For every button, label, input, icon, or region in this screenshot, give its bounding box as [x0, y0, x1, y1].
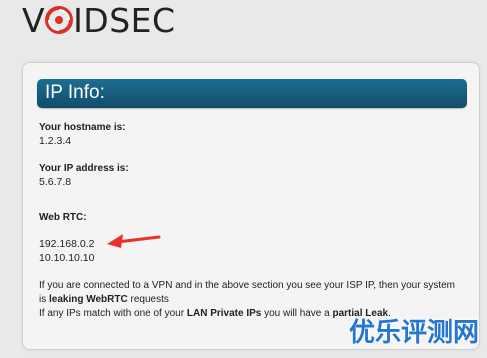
webrtc-ip-2: 10.10.10.10 — [39, 252, 95, 264]
lan-private-ips-text: LAN Private IPs — [186, 308, 262, 319]
ip-info-panel: IP Info: Your hostname is: 1.2.3.4 Your … — [22, 62, 480, 350]
ip-info-header: IP Info: — [37, 79, 467, 108]
logo-letter-v: V — [22, 0, 46, 40]
note-line-2: is leaking WebRTC requests — [39, 293, 469, 307]
red-arrow-annotation-icon — [107, 234, 161, 248]
voidsec-logo[interactable]: V IDSEC — [22, 0, 176, 40]
webrtc-ip-1: 192.168.0.2 — [39, 238, 95, 250]
logo-letters-idsec: IDSEC — [73, 0, 176, 40]
note-text: requests — [127, 294, 169, 305]
hostname-label: Your hostname is: — [39, 122, 126, 133]
leaking-webrtc-text: leaking WebRTC — [49, 294, 128, 305]
note-text: you will have a — [261, 308, 333, 319]
hostname-value: 1.2.3.4 — [39, 135, 72, 147]
ip-info-title: IP Info: — [45, 82, 105, 103]
watermark-text: 优乐评测网 — [348, 318, 479, 348]
ip-address-label: Your IP address is: — [39, 163, 129, 174]
note-text: If any IPs match with one of your — [39, 308, 187, 319]
note-text: is — [39, 294, 49, 305]
note-line-1: If you are connected to a VPN and in the… — [39, 280, 455, 291]
webrtc-label: Web RTC: — [39, 212, 87, 223]
ip-address-value: 5.6.7.8 — [39, 176, 72, 188]
swirl-logo-icon — [45, 6, 74, 34]
